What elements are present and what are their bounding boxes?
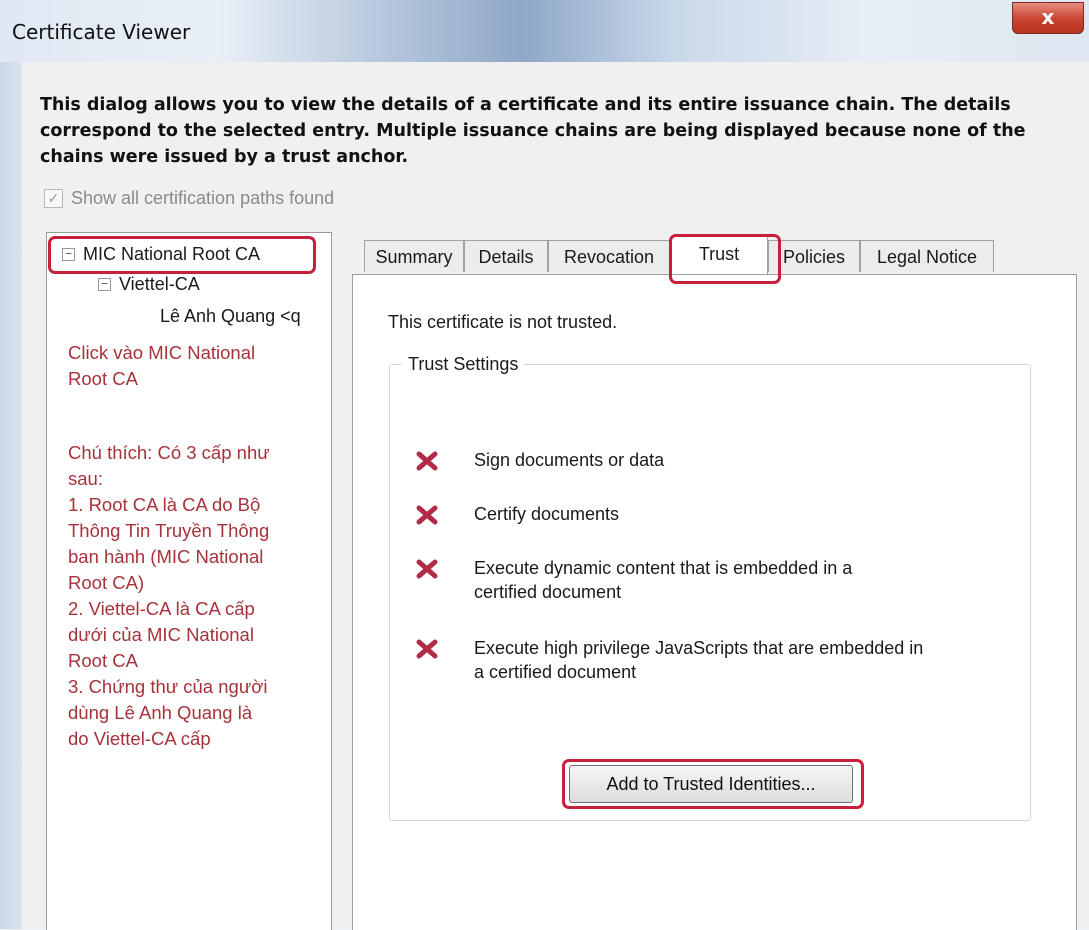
trust-item-label: Sign documents or data [474, 448, 1014, 472]
show-all-paths-checkbox[interactable]: ✓ [44, 189, 63, 208]
tab-legal-notice[interactable]: Legal Notice [860, 240, 994, 272]
window-frame [0, 62, 22, 929]
trust-item-text: Sign documents or data [474, 450, 665, 470]
annotation-line: dùng Lê Anh Quang là [68, 702, 253, 723]
annotation-line: 1. Root CA là CA do Bộ [68, 494, 261, 515]
annotation-line: do Viettel-CA cấp [68, 728, 211, 749]
window-title: Certificate Viewer [12, 20, 191, 44]
annotation-line: ban hành (MIC National [68, 546, 264, 567]
denied-x-icon [416, 639, 438, 659]
annotation-line: 3. Chứng thư của người [68, 676, 268, 697]
annotation-click-hint: Click vào MIC National Root CA [68, 340, 323, 392]
trust-item-label: Execute dynamic content that is embedded… [474, 556, 1014, 604]
tree-item-user-cert[interactable]: Lê Anh Quang <q [160, 306, 330, 327]
annotation-line: dưới của MIC National [68, 624, 254, 645]
highlight-trust-tab [669, 234, 781, 284]
tree-item-intermediate-ca[interactable]: − Viettel-CA [98, 274, 200, 295]
trust-item-text: Certify documents [474, 504, 620, 524]
show-all-paths-label: Show all certification paths found [71, 188, 335, 208]
trust-status: This certificate is not trusted. [388, 312, 618, 332]
tree-item-label: Lê Anh Quang <q [160, 306, 301, 326]
tab-policies[interactable]: Policies [768, 240, 860, 272]
trust-item-text: a certified document [474, 662, 637, 682]
annotation-line: Chú thích: Có 3 cấp như [68, 442, 270, 463]
tab-revocation[interactable]: Revocation [548, 240, 670, 272]
annotation-line: Root CA [68, 368, 138, 389]
tree-item-label: Viettel-CA [119, 274, 200, 294]
title-bar: Certificate Viewer x [0, 0, 1089, 62]
highlight-add-button [562, 759, 864, 809]
close-button[interactable]: x [1012, 2, 1084, 34]
annotation-line: 2. Viettel-CA là CA cấp [68, 598, 255, 619]
annotation-line: Click vào MIC National [68, 342, 256, 363]
trust-settings-label: Trust Settings [402, 354, 525, 375]
denied-x-icon [416, 559, 438, 579]
annotation-notes: Chú thích: Có 3 cấp như sau: 1. Root CA … [68, 440, 323, 752]
highlight-root-ca [48, 236, 316, 274]
annotation-line: sau: [68, 468, 103, 489]
denied-x-icon [416, 505, 438, 525]
annotation-line: Thông Tin Truyền Thông [68, 520, 270, 541]
annotation-line: Root CA) [68, 572, 145, 593]
trust-item-label: Certify documents [474, 502, 1014, 526]
show-all-paths-option[interactable]: ✓ Show all certification paths found [44, 188, 334, 209]
tab-details[interactable]: Details [464, 240, 548, 272]
denied-x-icon [416, 451, 438, 471]
annotation-line: Root CA [68, 650, 138, 671]
trust-item-text: Execute high privilege JavaScripts that … [474, 638, 924, 658]
collapse-icon[interactable]: − [98, 278, 111, 291]
trust-item-label: Execute high privilege JavaScripts that … [474, 636, 1014, 684]
trust-item-text: Execute dynamic content that is embedded… [474, 558, 853, 578]
trust-item-text: certified document [474, 582, 622, 602]
intro-description: This dialog allows you to view the detai… [40, 95, 1026, 167]
tab-summary[interactable]: Summary [364, 240, 464, 272]
